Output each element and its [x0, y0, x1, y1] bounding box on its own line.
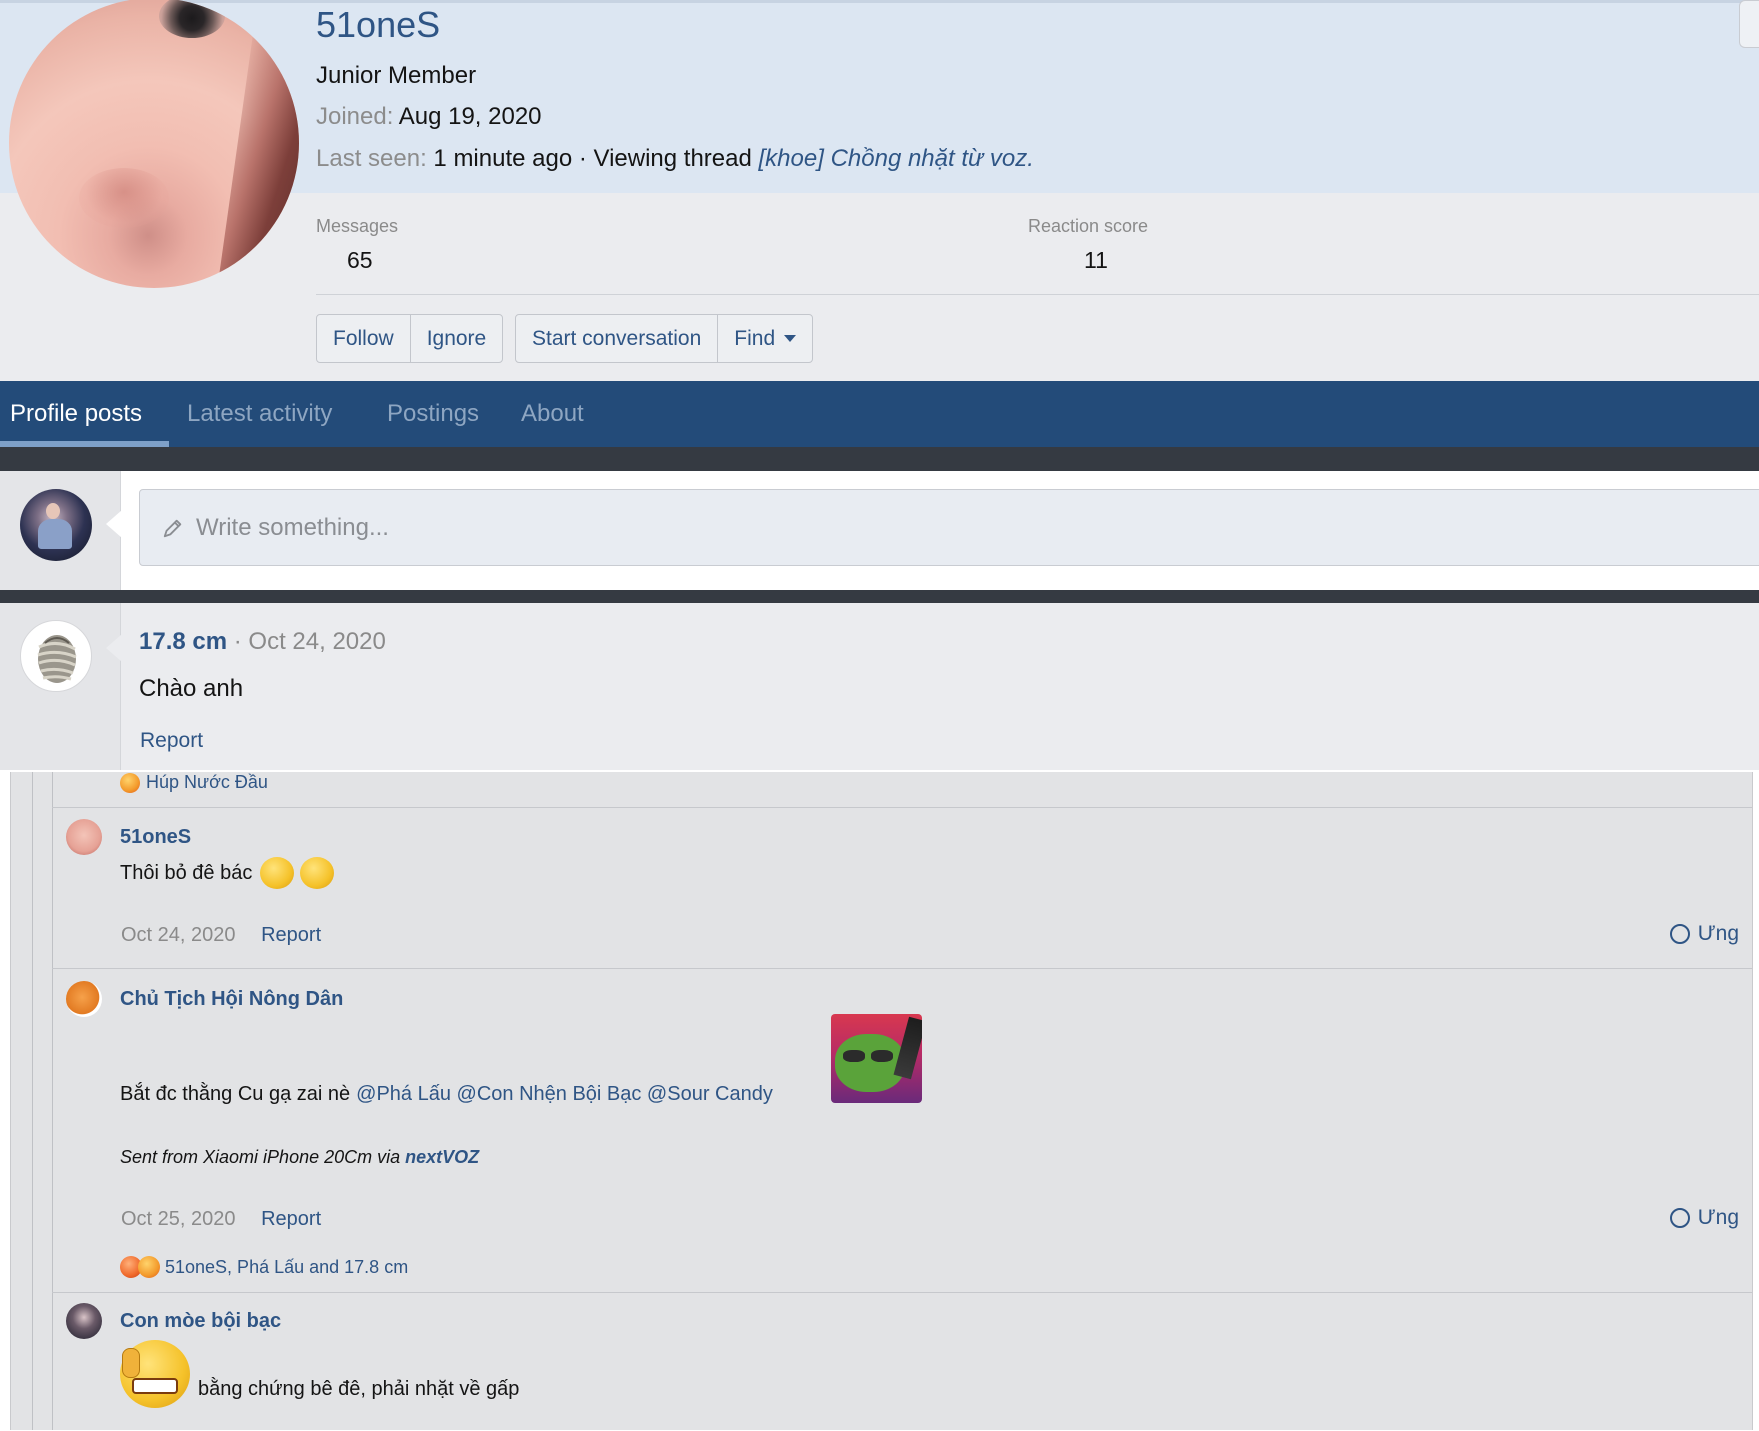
message-separator [52, 807, 1752, 808]
avatar-eye [159, 0, 225, 38]
pepe-sticker-image [831, 1014, 922, 1103]
message-separator [52, 1292, 1752, 1293]
tab-profile-posts[interactable]: Profile posts [10, 381, 142, 447]
message-separator [52, 968, 1752, 969]
messages-label: Messages [316, 216, 399, 236]
viewing-thread-link[interactable]: [khoe] Chồng nhặt từ voz. [759, 145, 1034, 172]
react-button[interactable]: Ưng [1669, 1206, 1739, 1230]
sunglasses-right [871, 1050, 893, 1062]
tab-postings[interactable]: Postings [387, 381, 479, 447]
message-text-row: Bắt đc thằng Cu gạ zai nè @Phá Lấu @Con … [120, 1083, 773, 1106]
last-seen-line: Last seen: 1 minute ago · Viewing thread… [316, 145, 1034, 173]
last-seen-value: 1 minute ago · Viewing thread [433, 145, 752, 172]
top-reactor-name: Húp Nước Đầu [146, 772, 268, 792]
post-date[interactable]: · Oct 24, 2020 [234, 628, 386, 655]
message-text-row: bằng chứng bê đê, phải nhặt về gấp [120, 1340, 519, 1408]
ignore-button[interactable]: Ignore [411, 315, 503, 362]
sent-from-signature: Sent from Xiaomi iPhone 20Cm via nextVOZ [120, 1147, 479, 1168]
message-text-row: Thôi bỏ đê bác [120, 857, 335, 889]
message-avatar[interactable] [66, 981, 102, 1017]
avatar-face [46, 503, 60, 519]
thread-rail [32, 772, 33, 1430]
messages-count[interactable]: 65 [347, 247, 373, 274]
find-menu-button[interactable]: Find [718, 315, 812, 362]
profile-username: 51oneS [316, 4, 441, 45]
post-arrow [106, 634, 122, 662]
message-author[interactable]: Chủ Tịch Hội Nông Dân [120, 988, 343, 1011]
post-author-line: 17.8 cm · Oct 24, 2020 [139, 628, 386, 656]
avatar-shading [79, 168, 169, 228]
top-reactors[interactable]: Húp Nước Đầu [120, 772, 268, 793]
sunglasses-left [843, 1050, 865, 1062]
profile-avatar[interactable] [9, 0, 299, 288]
message-report-link[interactable]: Report [261, 1208, 321, 1230]
post-body: Chào anh [139, 675, 244, 702]
message-avatar[interactable] [66, 819, 102, 855]
section-separator-2 [0, 590, 1759, 603]
thread-rail-inner [52, 772, 53, 1430]
find-label: Find [734, 326, 776, 350]
message-text: Thôi bỏ đê bác [120, 861, 253, 884]
message-footer: Oct 24, 2020 Report [121, 924, 321, 947]
joined-label: Joined: [316, 103, 394, 130]
emoji-hand [122, 1348, 140, 1378]
avatar-body [38, 519, 72, 549]
user-title: Junior Member [316, 62, 477, 89]
current-user-avatar[interactable] [20, 489, 92, 561]
follow-ignore-group: Follow Ignore [316, 314, 504, 363]
pepe-face [835, 1034, 905, 1092]
message-text: Bắt đc thằng Cu gạ zai nè [120, 1083, 351, 1105]
message-date[interactable]: Oct 24, 2020 [121, 924, 236, 946]
report-link[interactable]: Report [140, 729, 203, 753]
follow-button[interactable]: Follow [317, 315, 411, 362]
conversation-find-group: Start conversation Find [515, 314, 814, 363]
reaction-icon [1669, 1208, 1690, 1228]
last-seen-label: Last seen: [316, 145, 427, 172]
message-footer: Oct 25, 2020 Report [121, 1208, 321, 1231]
message-text: bằng chứng bê đê, phải nhặt về gấp [198, 1377, 520, 1400]
avatar-hair [215, 0, 299, 288]
input-placeholder: Write something... [196, 513, 389, 541]
joined-line: Joined: Aug 19, 2020 [316, 103, 542, 131]
stats-divider [316, 294, 1759, 295]
profile-post-input[interactable]: Write something... [139, 489, 1759, 566]
post-author-name[interactable]: 17.8 cm [139, 628, 227, 655]
love-reaction-icon [138, 1256, 160, 1278]
emoji-teeth [132, 1378, 178, 1394]
reaction-icon [1669, 924, 1690, 944]
chevron-down-icon [784, 335, 797, 342]
sent-prefix: Sent from Xiaomi iPhone 20Cm via [120, 1147, 401, 1167]
grimace-emoji-icon [120, 1340, 190, 1408]
message-reactors[interactable]: 51oneS, Phá Lấu and 17.8 cm [120, 1256, 408, 1278]
react-label: Ưng [1697, 1206, 1739, 1229]
sent-app-link[interactable]: nextVOZ [405, 1147, 479, 1167]
eyeroll-emoji-icon [300, 857, 335, 889]
love-reaction-icon [120, 772, 140, 793]
react-button[interactable]: Ưng [1669, 922, 1739, 946]
post-author-avatar[interactable] [20, 620, 92, 692]
react-label: Ưng [1697, 922, 1739, 945]
message-mentions[interactable]: @Phá Lấu @Con Nhện Bội Bạc @Sour Candy [356, 1083, 773, 1106]
eyeroll-emoji-icon [260, 857, 295, 889]
message-author[interactable]: Con mòe bội bạc [120, 1310, 281, 1333]
reaction-score-label: Reaction score [1028, 216, 1149, 236]
corner-toggle[interactable] [1739, 0, 1759, 48]
mummy-avatar-icon [37, 635, 77, 683]
composer-arrow [106, 510, 122, 538]
tab-about[interactable]: About [521, 381, 584, 447]
message-avatar[interactable] [66, 1303, 102, 1339]
reaction-score-value[interactable]: 11 [1084, 247, 1108, 274]
message-author[interactable]: 51oneS [120, 826, 191, 849]
pencil-icon [163, 519, 182, 537]
message-date[interactable]: Oct 25, 2020 [121, 1208, 236, 1230]
tab-latest-activity[interactable]: Latest activity [187, 381, 332, 447]
reactors-list: 51oneS, Phá Lấu and 17.8 cm [165, 1256, 409, 1277]
start-conversation-button[interactable]: Start conversation [516, 315, 719, 362]
joined-value: Aug 19, 2020 [398, 103, 542, 130]
profile-tabbar: Profile posts Latest activity Postings A… [0, 381, 1759, 447]
message-report-link[interactable]: Report [261, 924, 321, 946]
section-separator [0, 447, 1759, 471]
